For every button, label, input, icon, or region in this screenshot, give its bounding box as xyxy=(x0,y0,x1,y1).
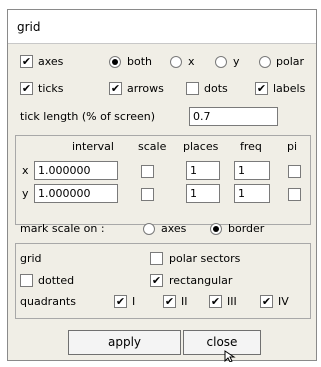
mark-axes-label: axes xyxy=(161,222,187,235)
radio-selected-dot xyxy=(213,226,219,232)
polar-sectors-label: polar sectors xyxy=(169,252,241,265)
rectangular-checkbox[interactable]: ✔ xyxy=(150,274,163,287)
y-places-input[interactable]: 1 xyxy=(186,184,220,203)
polar-sectors-checkbox[interactable] xyxy=(150,252,163,265)
x-freq-input[interactable]: 1 xyxy=(234,161,270,180)
both-radio[interactable] xyxy=(109,56,121,68)
grid-label: grid xyxy=(20,252,42,265)
ticks-label: ticks xyxy=(38,82,64,95)
x-scale-checkbox[interactable] xyxy=(141,165,154,178)
dotted-checkbox[interactable] xyxy=(20,274,33,287)
dots-label: dots xyxy=(204,82,228,95)
dotted-label: dotted xyxy=(38,274,75,287)
axes-checkbox[interactable]: ✔ xyxy=(20,55,33,68)
quadrant-2-label: II xyxy=(181,295,188,308)
mark-border-radio[interactable] xyxy=(210,223,222,235)
dots-checkbox[interactable] xyxy=(186,82,199,95)
x-places-input[interactable]: 1 xyxy=(186,161,220,180)
y-freq-input[interactable]: 1 xyxy=(234,184,270,203)
tick-length-input[interactable]: 0.7 xyxy=(189,107,278,126)
labels-label: labels xyxy=(273,82,306,95)
polar-radio[interactable] xyxy=(259,56,271,68)
labels-checkbox[interactable]: ✔ xyxy=(255,82,268,95)
y-axis-label: y xyxy=(22,187,29,200)
x-pi-checkbox[interactable] xyxy=(288,165,301,178)
tick-length-label: tick length (% of screen) xyxy=(20,110,156,123)
arrows-label: arrows xyxy=(127,82,164,95)
quadrant-3-label: III xyxy=(227,295,237,308)
places-header: places xyxy=(183,140,219,153)
ticks-checkbox[interactable]: ✔ xyxy=(20,82,33,95)
freq-header: freq xyxy=(240,140,262,153)
quadrant-1-label: I xyxy=(132,295,136,308)
mark-scale-label: mark scale on : xyxy=(20,222,105,235)
polar-label: polar xyxy=(276,55,305,68)
x-label: x xyxy=(188,55,195,68)
quadrant-2-checkbox[interactable]: ✔ xyxy=(163,295,176,308)
y-radio[interactable] xyxy=(215,56,227,68)
y-scale-checkbox[interactable] xyxy=(141,188,154,201)
grid-dialog: grid ✔ axes both x y polar ✔ ticks ✔ arr… xyxy=(7,9,317,362)
axes-label: axes xyxy=(38,55,64,68)
interval-header: interval xyxy=(72,140,114,153)
y-interval-input[interactable]: 1.000000 xyxy=(34,184,118,203)
quadrant-4-label: IV xyxy=(278,295,289,308)
x-radio[interactable] xyxy=(170,56,182,68)
x-interval-input[interactable]: 1.000000 xyxy=(34,161,118,180)
mouse-cursor-icon xyxy=(224,350,236,362)
scale-header: scale xyxy=(138,140,167,153)
window-title: grid xyxy=(17,20,41,34)
mark-border-label: border xyxy=(228,222,265,235)
title-bar: grid xyxy=(8,10,316,44)
close-button[interactable]: close xyxy=(183,330,261,355)
radio-selected-dot xyxy=(112,59,118,65)
mark-axes-radio[interactable] xyxy=(143,223,155,235)
rectangular-label: rectangular xyxy=(169,274,233,287)
both-label: both xyxy=(127,55,152,68)
x-axis-label: x xyxy=(22,164,29,177)
quadrant-4-checkbox[interactable]: ✔ xyxy=(260,295,273,308)
quadrant-3-checkbox[interactable]: ✔ xyxy=(209,295,222,308)
y-pi-checkbox[interactable] xyxy=(288,188,301,201)
y-label: y xyxy=(233,55,240,68)
quadrant-1-checkbox[interactable]: ✔ xyxy=(114,295,127,308)
quadrants-label: quadrants xyxy=(20,295,76,308)
pi-header: pi xyxy=(287,140,298,153)
arrows-checkbox[interactable]: ✔ xyxy=(109,82,122,95)
apply-button[interactable]: apply xyxy=(68,330,181,355)
